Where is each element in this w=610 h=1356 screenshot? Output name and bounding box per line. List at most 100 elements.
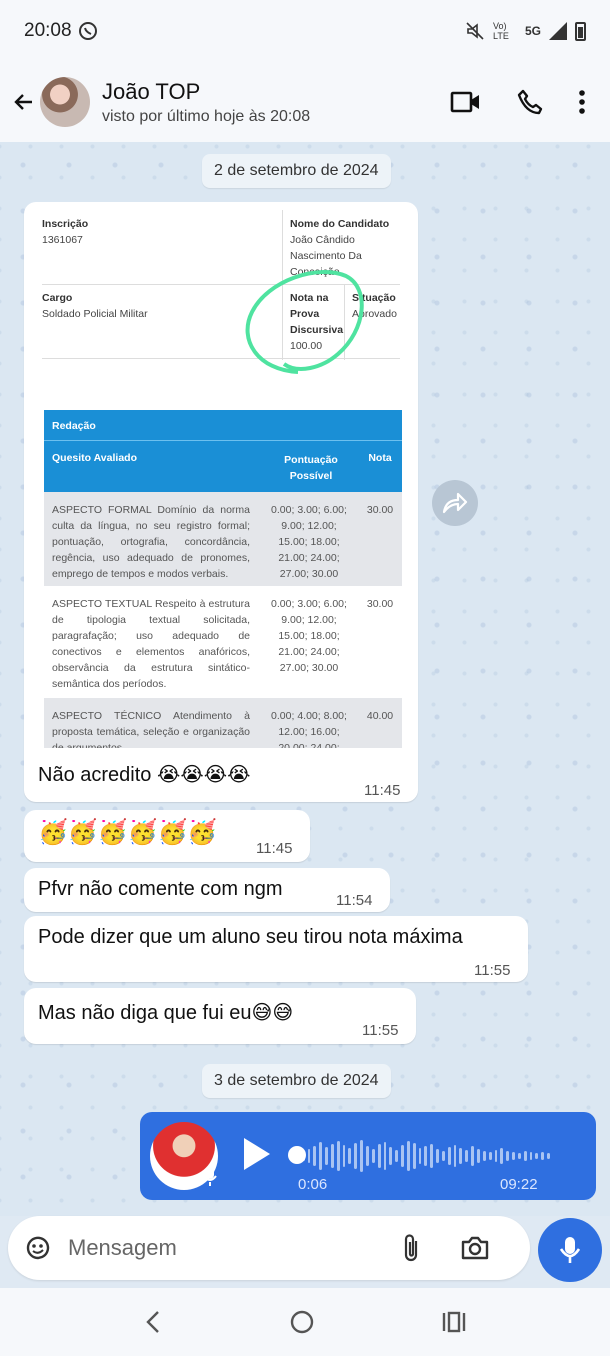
inscricao-label: Inscrição <box>42 218 89 230</box>
mute-icon <box>466 22 484 40</box>
message-bubble[interactable]: Pfvr não comente com ngm 11:54 <box>24 868 390 912</box>
cargo-value: Soldado Policial Militar <box>42 308 148 320</box>
arrow-left-icon <box>14 94 32 110</box>
signal-icon <box>549 22 567 40</box>
camera-icon[interactable] <box>460 1235 490 1261</box>
battery-icon <box>575 21 586 41</box>
date-separator: 3 de setembro de 2024 <box>202 1064 391 1098</box>
waveform-bar <box>383 1142 387 1170</box>
video-camera-icon[interactable] <box>450 90 482 114</box>
message-bubble[interactable]: Mas não diga que fui eu😅😅 11:55 <box>24 988 416 1044</box>
waveform-bar <box>430 1144 434 1168</box>
col-pontuacao: Pontuação Possível <box>284 454 338 482</box>
waveform-bar <box>412 1143 416 1169</box>
status-bar: 20:08 Vo) LTE 5G <box>0 0 610 62</box>
waveform-bar <box>371 1149 375 1163</box>
waveform[interactable] <box>290 1136 550 1176</box>
waveform-bar <box>517 1153 521 1159</box>
contact-info[interactable]: João TOP visto por último hoje às 20:08 <box>102 79 310 126</box>
waveform-bar <box>506 1151 510 1161</box>
waveform-bar <box>453 1145 457 1167</box>
waveform-bar <box>313 1146 317 1166</box>
message-text: 🥳🥳🥳🥳🥳🥳 <box>38 819 218 846</box>
table-row: ASPECTO TÉCNICO Atendimento à proposta t… <box>44 698 402 748</box>
more-vert-icon[interactable] <box>578 89 586 115</box>
waveform-bar <box>336 1141 340 1171</box>
message-time: 11:45 <box>256 840 293 857</box>
waveform-bar <box>342 1145 346 1167</box>
forward-icon <box>442 492 468 514</box>
col-nota: Nota <box>368 452 392 464</box>
document-image[interactable]: Inscrição 1361067 Nome do Candidato João C… <box>34 210 408 748</box>
redacao-table-header: Redação Quesito Avaliado Pontuação Possí… <box>44 410 402 492</box>
contact-name: João TOP <box>102 78 201 104</box>
inscricao-value: 1361067 <box>42 234 83 246</box>
waveform-bar <box>424 1146 428 1166</box>
contact-avatar[interactable] <box>40 77 90 127</box>
microphone-icon <box>559 1237 581 1263</box>
network-label: 5G <box>524 24 541 38</box>
message-bubble[interactable]: 🥳🥳🥳🥳🥳🥳 11:45 <box>24 810 310 862</box>
message-text: Pfvr não comente com ngm <box>38 878 283 900</box>
message-time: 11:55 <box>474 962 511 979</box>
message-input-bar <box>8 1216 530 1280</box>
waveform-bar <box>307 1149 311 1163</box>
message-text: Não acredito 😭😭😭😭 <box>38 764 251 786</box>
volte-label: Vo) LTE <box>492 21 509 41</box>
paperclip-icon[interactable] <box>402 1233 422 1263</box>
highlight-circle <box>245 270 364 374</box>
waveform-bar <box>319 1142 323 1170</box>
phone-icon[interactable] <box>516 88 544 116</box>
cargo-label: Cargo <box>42 292 73 304</box>
waveform-bar <box>477 1149 480 1163</box>
nav-home-icon[interactable] <box>289 1309 315 1335</box>
waveform-bar <box>418 1148 422 1164</box>
waveform-bar <box>512 1152 515 1160</box>
chat-area[interactable]: 2 de setembro de 2024 Inscrição 1361067 N… <box>0 142 610 1216</box>
forward-button[interactable] <box>432 480 478 526</box>
waveform-bar <box>389 1147 393 1165</box>
status-time: 20:08 <box>24 20 72 41</box>
waveform-bar <box>465 1150 469 1162</box>
nav-recents-icon[interactable] <box>441 1310 467 1334</box>
waveform-bar <box>523 1151 527 1161</box>
message-bubble[interactable]: Pode dizer que um aluno seu tirou nota m… <box>24 916 528 982</box>
nav-back-icon[interactable] <box>143 1309 163 1335</box>
waveform-bar <box>547 1153 550 1159</box>
date-separator: 2 de setembro de 2024 <box>202 154 391 188</box>
chat-header: João TOP visto por último hoje às 20:08 <box>0 62 610 142</box>
waveform-bar <box>325 1147 328 1165</box>
message-time: 11:45 <box>364 782 401 799</box>
sticker-icon[interactable] <box>24 1234 52 1262</box>
voice-duration: 0:06 <box>298 1176 328 1193</box>
waveform-bar <box>541 1152 545 1160</box>
waveform-bar <box>354 1143 358 1169</box>
last-seen: visto por último hoje às 20:08 <box>102 107 311 125</box>
waveform-bar <box>500 1148 504 1164</box>
playback-scrubber[interactable] <box>288 1146 306 1164</box>
waveform-bar <box>459 1148 463 1164</box>
waveform-bar <box>395 1150 399 1162</box>
waveform-bar <box>494 1150 498 1162</box>
voice-message-bubble[interactable]: 0:06 09:22 <box>140 1112 596 1200</box>
waveform-bar <box>529 1152 533 1160</box>
table-row: ASPECTO FORMAL Domínio da norma culta da… <box>44 492 402 586</box>
message-text: Mas não diga que fui eu😅😅 <box>38 1002 294 1024</box>
voice-time: 09:22 <box>500 1176 538 1193</box>
image-message-bubble[interactable]: Inscrição 1361067 Nome do Candidato João C… <box>24 202 418 802</box>
back-button[interactable] <box>10 82 38 122</box>
message-input[interactable] <box>68 1235 388 1261</box>
whatsapp-notification-icon <box>78 22 97 40</box>
col-quesito: Quesito Avaliado <box>52 452 137 464</box>
system-nav-bar <box>0 1288 610 1356</box>
waveform-bar <box>535 1153 539 1159</box>
play-button[interactable] <box>244 1138 270 1170</box>
message-time: 11:55 <box>362 1022 399 1039</box>
redacao-title: Redação <box>52 420 96 432</box>
message-text: Pode dizer que um aluno seu tirou nota m… <box>38 926 463 948</box>
message-time: 11:54 <box>336 892 373 909</box>
voice-record-button[interactable] <box>538 1218 602 1282</box>
table-row: ASPECTO TEXTUAL Respeito à estrutura de … <box>44 586 402 696</box>
waveform-bar <box>488 1152 492 1160</box>
microphone-small-icon <box>203 1167 217 1186</box>
